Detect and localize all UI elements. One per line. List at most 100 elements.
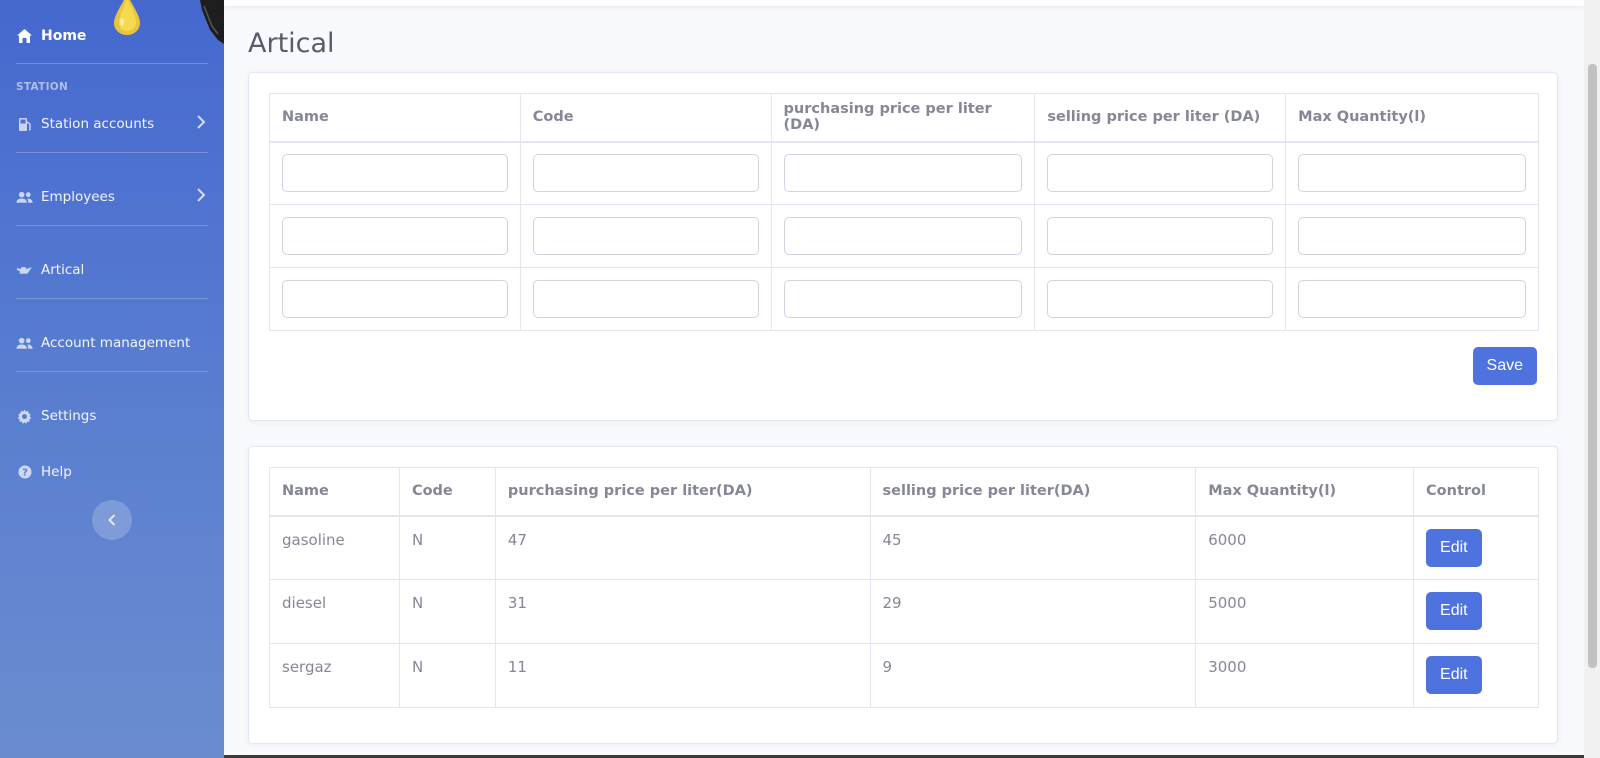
cell-control: Edit	[1413, 579, 1539, 644]
selling-price-input[interactable]	[1047, 154, 1274, 193]
table-cell	[1285, 204, 1539, 268]
save-button[interactable]: Save	[1472, 347, 1537, 385]
sidebar-item-help[interactable]: ? Help	[16, 460, 208, 484]
table-cell	[1285, 267, 1539, 331]
sidebar-toggle-button[interactable]	[92, 500, 132, 540]
table-cell	[770, 204, 1036, 268]
code-input[interactable]	[532, 280, 759, 318]
sidebar-divider	[16, 298, 208, 299]
sidebar-divider	[16, 152, 208, 153]
table-cell	[519, 204, 772, 268]
chevron-left-icon	[107, 513, 117, 527]
sidebar-heading: STATION	[16, 81, 69, 93]
table-cell	[269, 204, 521, 268]
table-cell	[770, 267, 1036, 331]
purchase-price-input[interactable]	[783, 154, 1023, 193]
sidebar-item-label: Artical	[41, 262, 85, 278]
table-cell	[269, 141, 521, 205]
edit-button[interactable]: Edit	[1426, 656, 1482, 694]
cell-control: Edit	[1413, 643, 1539, 708]
cell-selling-price: 29	[869, 579, 1197, 644]
cell-max-quantity: 6000	[1195, 515, 1415, 580]
cell-selling-price: 9	[869, 643, 1197, 708]
table-cell	[1285, 141, 1539, 205]
edit-button[interactable]: Edit	[1426, 592, 1482, 630]
column-header-max-quantity: Max Quantity(l)	[1285, 93, 1539, 143]
cell-max-quantity: 3000	[1195, 643, 1415, 708]
table-cell	[770, 141, 1036, 205]
sidebar-item-artical[interactable]: Artical	[16, 258, 208, 282]
table-row	[269, 204, 1539, 268]
home-icon	[16, 28, 33, 44]
cell-code: N	[398, 515, 496, 580]
sidebar-item-settings[interactable]: Settings	[16, 404, 208, 428]
users-icon	[16, 189, 33, 206]
sidebar-item-label: Station accounts	[41, 116, 155, 132]
logo-decoration	[200, 0, 224, 44]
selling-price-input[interactable]	[1047, 217, 1274, 255]
code-input[interactable]	[532, 217, 759, 255]
articles-list-card: Name Code purchasing price per liter(DA)…	[248, 446, 1558, 744]
table-cell	[519, 141, 772, 205]
sidebar-item-label: Employees	[41, 189, 115, 205]
topbar	[224, 0, 1584, 6]
table-row: sergaz N 11 9 3000 Edit	[269, 643, 1539, 708]
cell-selling-price: 45	[869, 515, 1197, 580]
column-header-purchase-price: purchasing price per liter(DA)	[494, 467, 871, 517]
sidebar-divider	[16, 225, 208, 226]
sidebar-item-account-management[interactable]: Account management	[16, 331, 208, 355]
table-cell	[1034, 141, 1287, 205]
sidebar-item-label: Account management	[41, 335, 191, 351]
sidebar-divider	[16, 63, 208, 64]
oil-drop-logo-icon	[114, 0, 140, 35]
cell-code: N	[398, 643, 496, 708]
scrollbar-thumb[interactable]	[1588, 64, 1597, 668]
purchase-price-input[interactable]	[783, 280, 1023, 318]
sidebar-item-label: Home	[41, 28, 87, 44]
table-header-row: Name Code purchasing price per liter(DA)…	[269, 467, 1539, 517]
name-input[interactable]	[282, 280, 508, 318]
table-cell	[1034, 267, 1287, 331]
max-quantity-input[interactable]	[1298, 154, 1526, 193]
table-row: diesel N 31 29 5000 Edit	[269, 579, 1539, 644]
oil-can-icon	[16, 262, 33, 279]
cell-control: Edit	[1413, 515, 1539, 580]
cell-name: gasoline	[269, 515, 400, 580]
column-header-code: Code	[519, 93, 772, 143]
table-cell	[519, 267, 772, 331]
gear-icon	[16, 408, 33, 425]
purchase-price-input[interactable]	[783, 217, 1023, 255]
code-input[interactable]	[532, 154, 759, 193]
sidebar-item-home[interactable]: Home	[16, 24, 86, 48]
articles-table: Name Code purchasing price per liter(DA)…	[269, 467, 1539, 708]
column-header-control: Control	[1413, 467, 1539, 517]
selling-price-input[interactable]	[1047, 280, 1274, 318]
column-header-code: Code	[398, 467, 496, 517]
add-article-table: Name Code purchasing price per liter (DA…	[269, 93, 1539, 331]
column-header-selling-price: selling price per liter(DA)	[869, 467, 1197, 517]
cell-code: N	[398, 579, 496, 644]
gas-pump-icon	[16, 116, 33, 133]
sidebar-divider	[16, 371, 208, 372]
question-circle-icon: ?	[16, 464, 33, 481]
table-row	[269, 267, 1539, 331]
chevron-right-icon	[196, 188, 206, 206]
edit-button[interactable]: Edit	[1426, 528, 1482, 567]
column-header-max-quantity: Max Quantity(l)	[1195, 467, 1415, 517]
max-quantity-input[interactable]	[1298, 280, 1526, 318]
table-header-row: Name Code purchasing price per liter (DA…	[269, 93, 1539, 143]
sidebar-item-label: Settings	[41, 408, 97, 424]
column-header-name: Name	[269, 93, 521, 143]
name-input[interactable]	[282, 154, 508, 193]
chevron-right-icon	[196, 115, 206, 133]
name-input[interactable]	[282, 217, 508, 255]
sidebar-item-station-accounts[interactable]: Station accounts	[16, 112, 208, 136]
max-quantity-input[interactable]	[1298, 217, 1526, 255]
cell-purchase-price: 31	[494, 579, 871, 644]
sidebar-item-employees[interactable]: Employees	[16, 185, 208, 209]
svg-text:?: ?	[22, 468, 28, 479]
cell-name: diesel	[269, 579, 400, 644]
cell-purchase-price: 11	[494, 643, 871, 708]
cell-max-quantity: 5000	[1195, 579, 1415, 644]
sidebar-item-label: Help	[41, 464, 72, 480]
